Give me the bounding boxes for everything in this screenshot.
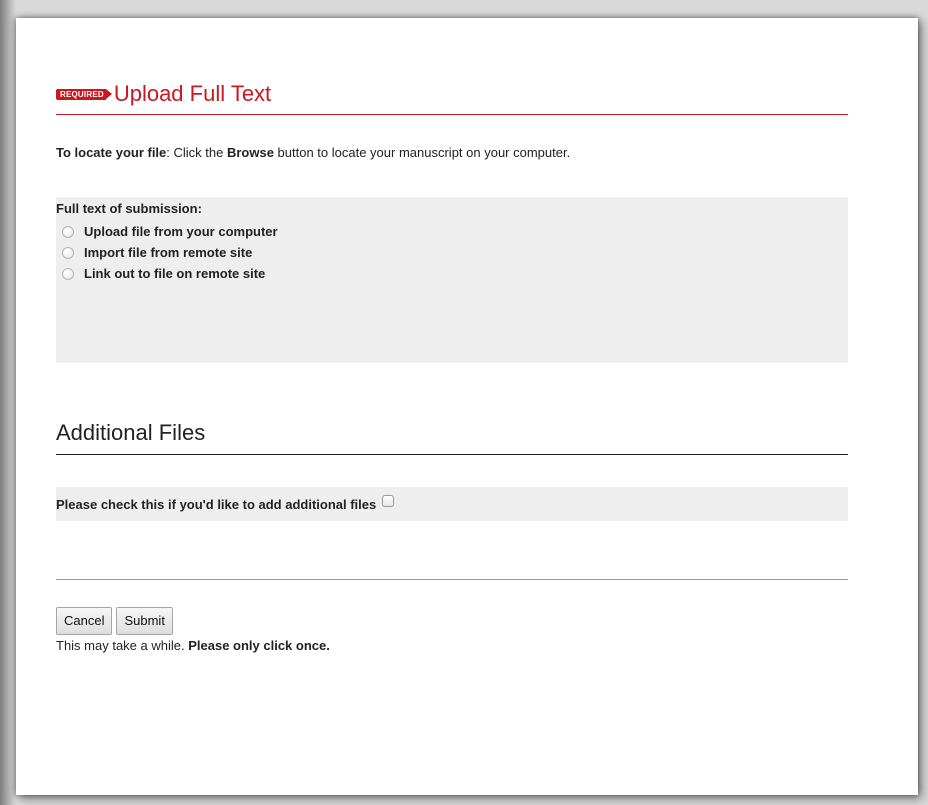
instruction-bold-prefix: To locate your file <box>56 145 167 160</box>
additional-files-row: Please check this if you'd like to add a… <box>56 487 848 521</box>
upload-section-header: REQUIRED Upload Full Text <box>56 78 848 115</box>
additional-files-title: Additional Files <box>56 420 206 445</box>
form-page: REQUIRED Upload Full Text To locate your… <box>16 18 918 795</box>
submit-note: This may take a while. Please only click… <box>56 638 848 653</box>
submit-note-bold: Please only click once. <box>188 638 330 653</box>
radio-option-link[interactable]: Link out to file on remote site <box>56 263 848 284</box>
radio-button-link[interactable] <box>62 267 74 280</box>
upload-instruction: To locate your file: Click the Browse bu… <box>56 145 848 160</box>
form-content: REQUIRED Upload Full Text To locate your… <box>56 78 848 653</box>
submit-note-text: This may take a while. <box>56 638 189 653</box>
fulltext-options-panel: Full text of submission: Upload file fro… <box>56 197 848 363</box>
radio-button-upload[interactable] <box>62 225 74 238</box>
required-badge: REQUIRED <box>56 88 112 100</box>
radio-button-import[interactable] <box>62 246 74 259</box>
radio-label-link: Link out to file on remote site <box>84 266 266 281</box>
window-frame: REQUIRED Upload Full Text To locate your… <box>0 0 928 805</box>
radio-option-import[interactable]: Import file from remote site <box>56 242 848 263</box>
upload-section-title: Upload Full Text <box>113 81 272 106</box>
submit-button[interactable]: Submit <box>116 607 173 635</box>
additional-files-header: Additional Files <box>56 418 848 455</box>
instruction-text-before: : Click the <box>166 145 227 160</box>
instruction-text-after: button to locate your manuscript on your… <box>273 145 571 160</box>
cancel-button[interactable]: Cancel <box>56 607 113 635</box>
radio-option-upload[interactable]: Upload file from your computer <box>56 221 848 242</box>
instruction-browse-word: Browse <box>226 145 274 160</box>
radio-label-import: Import file from remote site <box>84 245 253 260</box>
radio-label-upload: Upload file from your computer <box>84 224 278 239</box>
form-divider <box>56 579 848 580</box>
additional-files-checkbox[interactable] <box>382 495 395 507</box>
additional-files-label: Please check this if you'd like to add a… <box>56 496 377 512</box>
fulltext-label: Full text of submission: <box>56 201 202 216</box>
action-buttons: Cancel Submit <box>56 607 848 635</box>
